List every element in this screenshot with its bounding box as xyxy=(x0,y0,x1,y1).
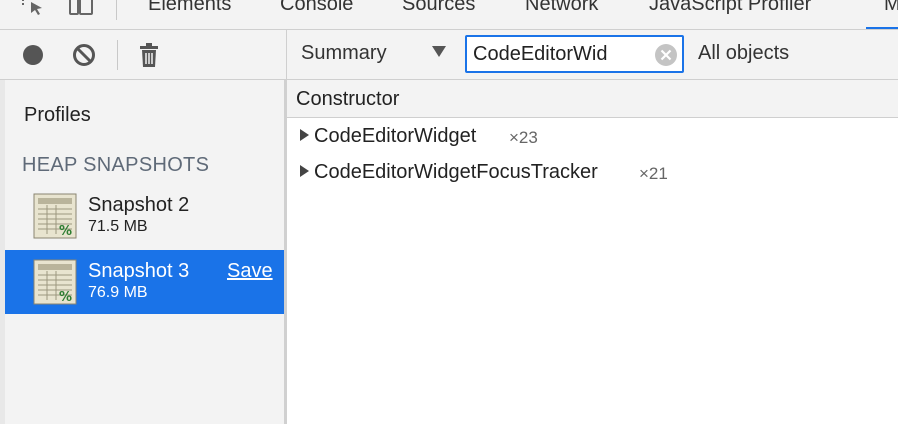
snapshot-name: Snapshot 3 xyxy=(88,260,190,282)
devtools-tab-bar: Elements Console Sources Network JavaScr… xyxy=(0,0,898,30)
tab-javascript-profiler[interactable]: JavaScript Profiler xyxy=(649,0,811,16)
svg-text:%: % xyxy=(59,224,72,239)
snapshot-icon: % xyxy=(33,259,77,305)
dropdown-arrow-icon[interactable] xyxy=(432,46,446,57)
device-toggle-icon[interactable] xyxy=(68,0,94,18)
instance-count: ×21 xyxy=(639,164,668,183)
expand-triangle-icon[interactable] xyxy=(300,165,309,177)
save-snapshot-link[interactable]: Save xyxy=(227,260,273,283)
svg-text:%: % xyxy=(59,290,72,305)
snapshot-item-3[interactable]: % Snapshot 3 76.9 MB Save xyxy=(5,250,284,314)
section-heap-snapshots: HEAP SNAPSHOTS xyxy=(22,154,210,176)
sidebar-title: Profiles xyxy=(24,104,91,126)
object-scope-select[interactable]: All objects xyxy=(698,42,789,65)
class-filter-input[interactable] xyxy=(473,41,649,67)
profiles-toolbar xyxy=(0,30,287,80)
instance-count: ×23 xyxy=(509,128,538,147)
table-row[interactable]: CodeEditorWidgetFocusTracker ×21 xyxy=(287,155,898,191)
toolbar-separator xyxy=(117,40,118,70)
view-mode-select[interactable]: Summary xyxy=(301,42,387,65)
tab-memory[interactable]: M xyxy=(884,0,898,16)
tab-console[interactable]: Console xyxy=(280,0,353,16)
tab-network[interactable]: Network xyxy=(525,0,598,16)
tab-bar-separator xyxy=(116,0,117,20)
column-header-constructor[interactable]: Constructor xyxy=(296,88,399,111)
constructor-name: CodeEditorWidget xyxy=(314,125,477,147)
snapshot-item-2[interactable]: % Snapshot 2 71.5 MB xyxy=(5,184,284,248)
grid-header: Constructor xyxy=(287,80,898,118)
inspect-icon[interactable] xyxy=(20,0,46,18)
class-filter-box[interactable] xyxy=(465,35,684,73)
constructor-name: CodeEditorWidgetFocusTracker xyxy=(314,161,598,183)
profiles-sidebar: Profiles HEAP SNAPSHOTS % Snapshot 2 71.… xyxy=(0,80,287,424)
trash-icon[interactable] xyxy=(136,42,162,68)
heap-view-toolbar: Summary All objects xyxy=(287,30,898,80)
tab-sources[interactable]: Sources xyxy=(402,0,475,16)
expand-triangle-icon[interactable] xyxy=(300,129,309,141)
snapshot-size: 76.9 MB xyxy=(88,284,148,301)
tab-elements[interactable]: Elements xyxy=(148,0,231,16)
snapshot-icon: % xyxy=(33,193,77,239)
record-icon[interactable] xyxy=(20,42,46,68)
clear-filter-icon[interactable] xyxy=(654,43,678,67)
table-row[interactable]: CodeEditorWidget ×23 xyxy=(287,119,898,155)
snapshot-size: 71.5 MB xyxy=(88,218,148,235)
clear-icon[interactable] xyxy=(71,42,97,68)
snapshot-name: Snapshot 2 xyxy=(88,194,190,216)
sidebar-edge xyxy=(0,80,5,424)
